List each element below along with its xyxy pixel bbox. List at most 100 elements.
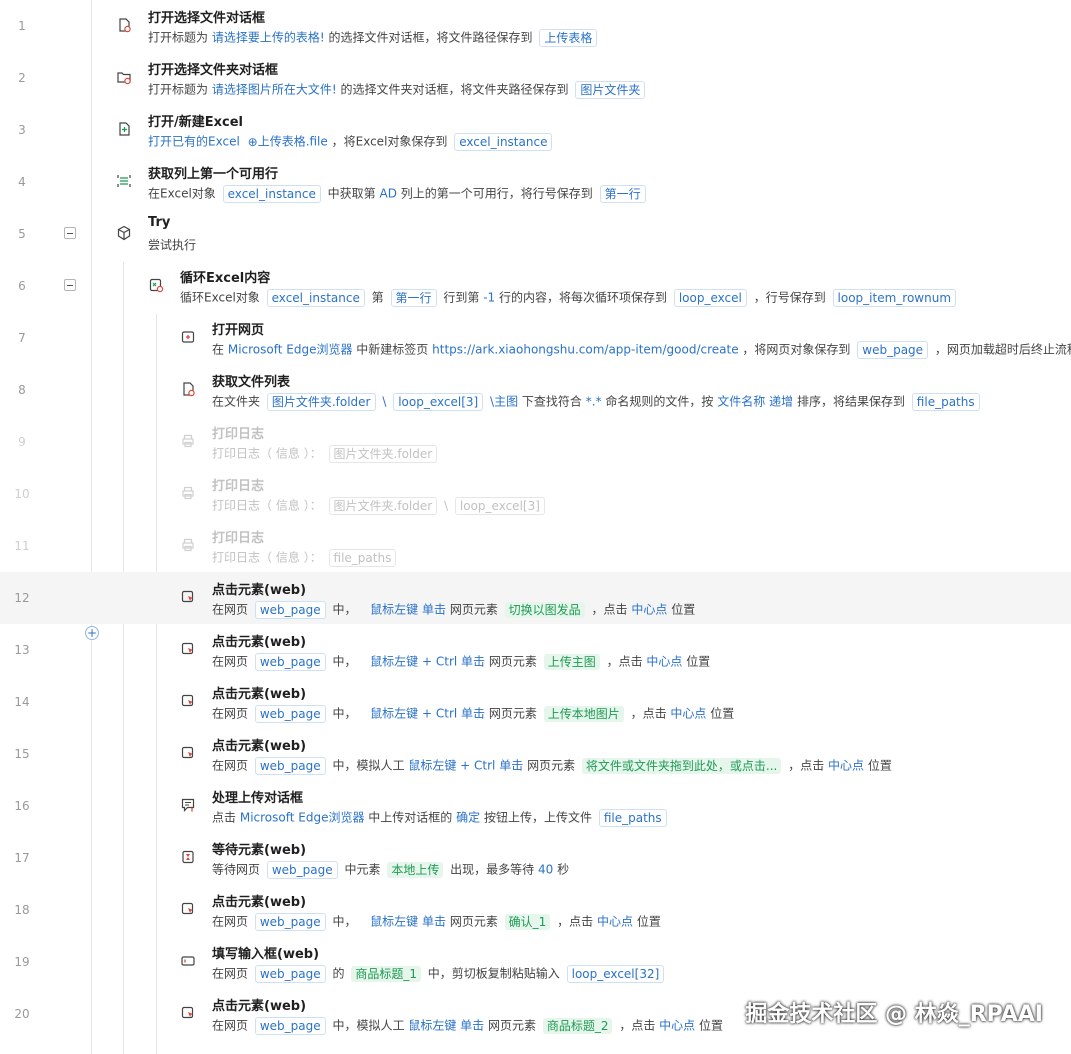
column-value[interactable]: AD (380, 187, 397, 201)
element-chip[interactable]: 上传本地图片 (543, 706, 624, 722)
webpage-variable-chip[interactable]: web_page (254, 757, 326, 775)
step-row-13[interactable]: 13 点击元素(web) 在网页 web_page 中， 鼠标左键 + Ctrl… (0, 624, 1071, 676)
element-chip[interactable]: 商品标题_2 (542, 1018, 613, 1034)
collapse-toggle[interactable] (64, 279, 76, 291)
step-row-12[interactable]: 12 点击元素(web) 在网页 web_page 中， 鼠标左键 单击 网页元… (0, 572, 1071, 624)
output-variable-chip[interactable]: 图片文件夹 (575, 81, 646, 99)
step-row-16[interactable]: 16 处理上传对话框 点击 Microsoft Edge浏览器 中上传对话框的 … (0, 780, 1071, 832)
step-row-6[interactable]: 6 循环Excel内容 循环Excel对象 excel_instance 第 第… (0, 260, 1071, 312)
end-row-value[interactable]: -1 (483, 291, 495, 305)
mouse-button-value[interactable]: 鼠标左键 (370, 655, 418, 669)
subfolder-value[interactable]: \主图 (490, 395, 518, 409)
log-variable-chip[interactable]: 图片文件夹.folder (328, 445, 438, 463)
step-row-8[interactable]: 8 获取文件列表 在文件夹 图片文件夹.folder \ loop_excel[… (0, 364, 1071, 416)
click-position-value[interactable]: 中心点 (670, 707, 706, 721)
row-number-chip[interactable]: loop_item_rownum (832, 289, 957, 307)
output-variable-chip[interactable]: web_page (857, 341, 929, 359)
click-position-value[interactable]: 中心点 (828, 759, 864, 773)
click-position-value[interactable]: 中心点 (631, 603, 667, 617)
log-level-value[interactable]: 信息 (276, 499, 300, 513)
excel-variable-chip[interactable]: excel_instance (222, 185, 321, 203)
sort-order-value[interactable]: 递增 (769, 395, 793, 409)
click-type-value[interactable]: 单击 (422, 603, 446, 617)
desc-text: 网页元素 (488, 706, 537, 721)
step-row-19[interactable]: 19 填写输入框(web) 在网页 web_page 的 商品标题_1 中，剪切… (0, 936, 1071, 988)
browser-value[interactable]: Microsoft Edge浏览器 (228, 343, 353, 357)
step-row-2[interactable]: 2 打开选择文件夹对话框 打开标题为 请选择图片所在大文件! 的选择文件夹对话框… (0, 52, 1071, 104)
open-mode-value[interactable]: 打开已有的Excel (148, 135, 240, 149)
click-position-value[interactable]: 中心点 (646, 655, 682, 669)
step-row-10[interactable]: 10 打印日志 打印日志（ 信息 ）： 图片文件夹.folder \ loop_… (0, 468, 1071, 520)
url-value[interactable]: https://ark.xiaohongshu.com/app-item/goo… (432, 343, 738, 357)
sort-field-value[interactable]: 文件名称 (717, 395, 765, 409)
click-type-value[interactable]: 单击 (461, 655, 485, 669)
step-row-11[interactable]: 11 打印日志 打印日志（ 信息 ）： file_paths (0, 520, 1071, 572)
log-level-value[interactable]: 信息 (276, 447, 300, 461)
step-description: 在Excel对象 excel_instance 中获取第 AD 列上的第一个可用… (148, 185, 649, 203)
output-variable-chip[interactable]: 上传表格 (539, 29, 598, 47)
click-position-value[interactable]: 中心点 (659, 1019, 695, 1033)
log-variable-chip[interactable]: loop_excel[3] (454, 497, 545, 515)
output-variable-chip[interactable]: 第一行 (599, 185, 646, 203)
element-chip[interactable]: 本地上传 (387, 862, 444, 878)
element-chip[interactable]: 商品标题_1 (351, 966, 421, 982)
loop-variable-chip[interactable]: loop_excel[3] (393, 393, 484, 411)
step-row-17[interactable]: 17 等待元素(web) 等待网页 web_page 中元素 本地上传 出现，最… (0, 832, 1071, 884)
browser-value[interactable]: Microsoft Edge浏览器 (240, 811, 365, 825)
start-row-chip[interactable]: 第一行 (390, 289, 437, 307)
step-row-15[interactable]: 15 点击元素(web) 在网页 web_page 中，模拟人工 鼠标左键 + … (0, 728, 1071, 780)
webpage-variable-chip[interactable]: web_page (266, 861, 338, 879)
log-level-value[interactable]: 信息 (276, 551, 300, 565)
output-variable-chip[interactable]: excel_instance (454, 133, 553, 151)
desc-text: 点击 (212, 810, 237, 825)
step-row-18[interactable]: 18 点击元素(web) 在网页 web_page 中， 鼠标左键 单击 网页元… (0, 884, 1071, 936)
loop-item-chip[interactable]: loop_excel (673, 289, 747, 307)
mouse-button-value[interactable]: 鼠标左键 (370, 707, 418, 721)
output-variable-chip[interactable]: file_paths (911, 393, 980, 411)
timeout-value[interactable]: 40 (538, 863, 553, 877)
collapse-toggle[interactable] (64, 227, 76, 239)
confirm-button-value[interactable]: 确定 (456, 811, 480, 825)
folder-variable-chip[interactable]: 图片文件夹.folder (266, 393, 376, 411)
mouse-button-value[interactable]: 鼠标左键 (408, 1019, 456, 1033)
mouse-button-value[interactable]: 鼠标左键 (370, 603, 418, 617)
step-row-1[interactable]: 1 打开选择文件对话框 打开标题为 请选择要上传的表格! 的选择文件对话框，将文… (0, 0, 1071, 52)
click-type-value[interactable]: 单击 (499, 759, 523, 773)
webpage-variable-chip[interactable]: web_page (254, 653, 326, 671)
file-path-value[interactable]: 上传表格.file (258, 135, 328, 149)
webpage-variable-chip[interactable]: web_page (254, 913, 326, 931)
webpage-variable-chip[interactable]: web_page (254, 705, 326, 723)
element-chip[interactable]: 确认_1 (504, 914, 551, 930)
desc-text: 位置 (636, 914, 661, 929)
click-type-value[interactable]: 单击 (460, 1019, 484, 1033)
step-row-3[interactable]: 3 打开/新建Excel 打开已有的Excel ⊕上传表格.file ，将Exc… (0, 104, 1071, 156)
file-paths-chip[interactable]: file_paths (598, 809, 667, 827)
add-step-button[interactable]: + (85, 626, 99, 640)
webpage-variable-chip[interactable]: web_page (254, 601, 326, 619)
step-row-14[interactable]: 14 点击元素(web) 在网页 web_page 中， 鼠标左键 + Ctrl… (0, 676, 1071, 728)
step-row-5[interactable]: 5 Try 尝试执行 (0, 208, 1071, 260)
log-variable-chip[interactable]: 图片文件夹.folder (328, 497, 438, 515)
excel-variable-chip[interactable]: excel_instance (266, 289, 365, 307)
element-chip[interactable]: 将文件或文件夹拖到此处，或点击... (581, 758, 782, 774)
step-row-9[interactable]: 9 打印日志 打印日志（ 信息 ）： 图片文件夹.folder (0, 416, 1071, 468)
click-type-value[interactable]: 单击 (461, 707, 485, 721)
modifier-key-value[interactable]: + Ctrl (460, 759, 495, 773)
webpage-variable-chip[interactable]: web_page (254, 965, 326, 983)
mouse-button-value[interactable]: 鼠标左键 (408, 759, 456, 773)
input-variable-chip[interactable]: loop_excel[32] (566, 965, 665, 983)
pattern-value[interactable]: *.* (586, 395, 602, 409)
modifier-key-value[interactable]: + Ctrl (422, 655, 457, 669)
element-chip[interactable]: 上传主图 (543, 654, 600, 670)
mouse-button-value[interactable]: 鼠标左键 (370, 915, 418, 929)
step-row-7[interactable]: 7 打开网页 在 Microsoft Edge浏览器 中新建标签页 https:… (0, 312, 1071, 364)
step-row-4[interactable]: 4 获取列上第一个可用行 在Excel对象 excel_instance 中获取… (0, 156, 1071, 208)
click-type-value[interactable]: 单击 (422, 915, 446, 929)
webpage-variable-chip[interactable]: web_page (254, 1017, 326, 1035)
modifier-key-value[interactable]: + Ctrl (422, 707, 457, 721)
log-variable-chip[interactable]: file_paths (328, 549, 397, 567)
element-chip[interactable]: 切换以图发品 (504, 602, 585, 618)
click-position-value[interactable]: 中心点 (597, 915, 633, 929)
dialog-title-value[interactable]: 请选择图片所在大文件! (212, 83, 337, 97)
dialog-title-value[interactable]: 请选择要上传的表格! (212, 31, 325, 45)
